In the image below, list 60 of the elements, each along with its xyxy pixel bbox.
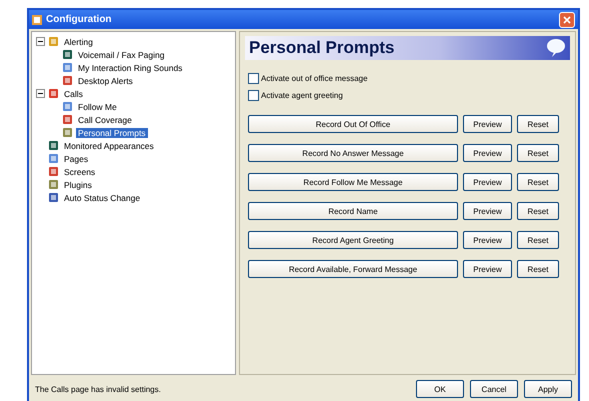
tree-item[interactable]: Screens [62,166,98,176]
record-button[interactable]: Record Agent Greeting [248,231,458,249]
collapse-icon[interactable] [36,89,45,98]
preview-button[interactable]: Preview [463,202,512,220]
tree-item[interactable]: Call Coverage [76,114,134,124]
tree-item-icon [48,140,59,151]
tree-item-icon [62,75,73,86]
tree-item-icon [62,101,73,112]
preview-button[interactable]: Preview [463,115,512,133]
tree-item-icon [48,179,59,190]
tree-item-icon [62,62,73,73]
checkbox-label: Activate agent greeting [261,91,343,100]
dialog-button[interactable]: Cancel [470,380,518,398]
record-button[interactable]: Record Name [248,202,458,220]
tree-item-icon [48,192,59,203]
record-button[interactable]: Record Available, Forward Message [248,260,458,278]
preview-button[interactable]: Preview [463,231,512,249]
tree-item[interactable]: Alerting [62,36,95,46]
preview-button[interactable]: Preview [463,144,512,162]
window-title: Configuration [46,14,113,25]
reset-button[interactable]: Reset [517,260,559,278]
record-button[interactable]: Record Out Of Office [248,115,458,133]
checkbox[interactable] [248,73,259,84]
tree-item-icon [48,36,59,47]
dialog-button[interactable]: OK [416,380,464,398]
tree-item[interactable]: My Interaction Ring Sounds [76,62,184,72]
status-message: The Calls page has invalid settings. [35,384,162,394]
close-button[interactable] [559,12,575,28]
tree-item-icon [48,153,59,164]
tree-item-icon [48,88,59,99]
reset-button[interactable]: Reset [517,115,559,133]
record-button[interactable]: Record No Answer Message [248,144,458,162]
reset-button[interactable]: Reset [517,231,559,249]
checkbox[interactable] [248,90,259,101]
reset-button[interactable]: Reset [517,202,559,220]
speech-bubble-icon [546,38,566,58]
window-icon [32,14,42,24]
tree-item[interactable]: Auto Status Change [62,192,142,202]
tree-item-icon [62,49,73,60]
tree-item-icon [62,114,73,125]
tree-item[interactable]: Voicemail / Fax Paging [76,50,166,60]
preview-button[interactable]: Preview [463,260,512,278]
tree-item[interactable]: Plugins [62,180,94,190]
tree-item-icon [48,166,59,177]
tree-item[interactable]: Monitored Appearances [62,140,156,150]
tree-item[interactable]: Follow Me [76,102,119,112]
record-button[interactable]: Record Follow Me Message [248,173,458,191]
collapse-icon[interactable] [36,37,45,46]
tree-item[interactable]: Personal Prompts [76,128,148,138]
tree-item[interactable]: Desktop Alerts [76,76,135,86]
close-icon [563,16,571,24]
reset-button[interactable]: Reset [517,144,559,162]
dialog-button[interactable]: Apply [524,380,572,398]
panel-title: Personal Prompts [249,38,394,58]
tree-item[interactable]: Calls [62,88,85,98]
checkbox-label: Activate out of office message [261,74,368,83]
reset-button[interactable]: Reset [517,173,559,191]
tree-item[interactable]: Pages [62,154,90,164]
preview-button[interactable]: Preview [463,173,512,191]
tree-item-icon [62,127,73,138]
